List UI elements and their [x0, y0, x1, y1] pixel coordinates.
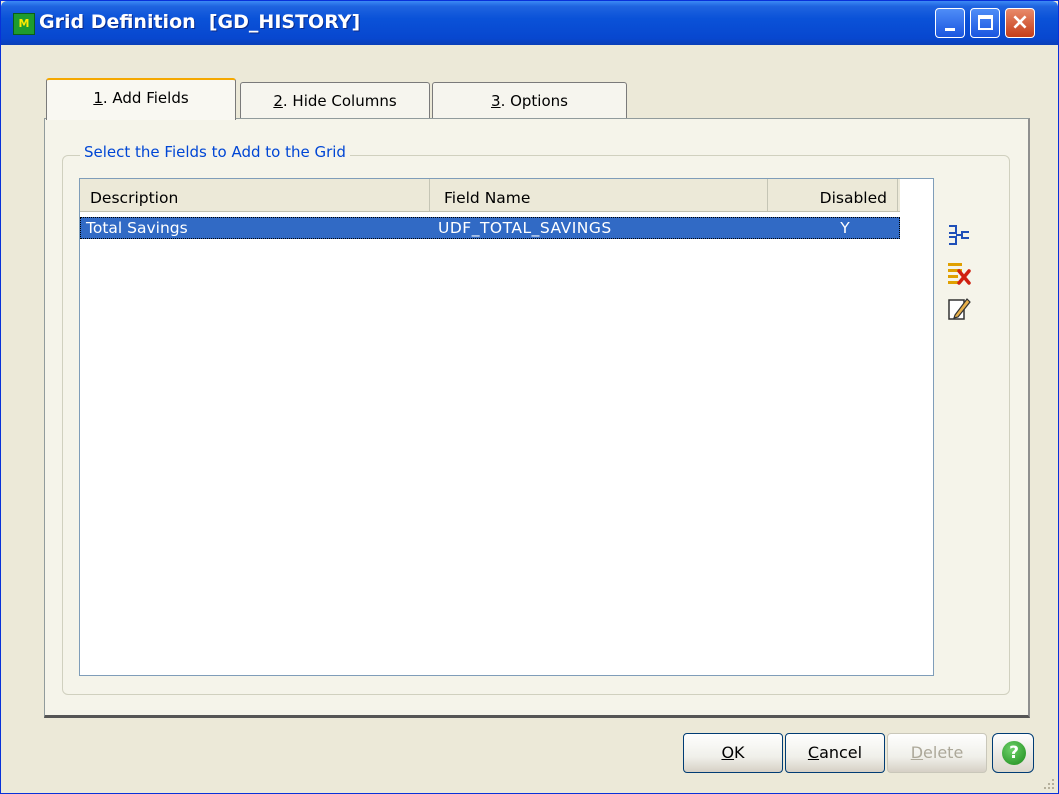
help-icon: ?	[1002, 741, 1026, 765]
button-label: elete	[923, 743, 964, 762]
maximize-icon	[978, 15, 993, 30]
column-header-description[interactable]: Description	[80, 179, 430, 211]
maximize-button[interactable]	[970, 8, 1000, 38]
group-label: Select the Fields to Add to the Grid	[80, 143, 350, 161]
minimize-button[interactable]	[935, 8, 965, 38]
button-hotkey: C	[807, 743, 820, 762]
tab-hotkey: 3	[491, 92, 501, 110]
button-hotkey: O	[721, 743, 735, 762]
fields-grid[interactable]: Description Field Name Disabled Total Sa…	[79, 178, 934, 676]
close-icon: ×	[1010, 10, 1030, 35]
column-header-disabled[interactable]: Disabled	[768, 179, 898, 211]
cell-field-name: UDF_TOTAL_SAVINGS	[438, 219, 612, 237]
edit-field-icon[interactable]	[946, 296, 972, 322]
button-hotkey: D	[910, 743, 924, 762]
window-title: Grid Definition [GD_HISTORY]	[39, 11, 361, 33]
tab-hotkey: 2	[273, 92, 283, 110]
tab-hide-columns[interactable]: 2. Hide Columns	[240, 82, 430, 118]
resize-grip-icon[interactable]	[1040, 775, 1056, 791]
tab-add-fields[interactable]: 1. Add Fields	[46, 78, 236, 120]
table-row[interactable]: Total Savings UDF_TOTAL_SAVINGS Y	[80, 217, 900, 239]
column-header-field-name[interactable]: Field Name	[430, 179, 768, 211]
cell-disabled: Y	[840, 219, 850, 237]
button-label: ancel	[819, 743, 863, 762]
add-fields-icon[interactable]	[946, 222, 972, 248]
help-button[interactable]: ?	[992, 733, 1034, 773]
tab-label: . Hide Columns	[282, 92, 397, 110]
cancel-button[interactable]: Cancel	[785, 733, 885, 773]
button-label: K	[734, 743, 745, 762]
minimize-icon	[945, 28, 955, 31]
tab-options[interactable]: 3. Options	[432, 82, 627, 118]
delete-fields-icon[interactable]	[946, 260, 972, 286]
tab-label: . Add Fields	[102, 89, 189, 107]
cell-description: Total Savings	[86, 219, 188, 237]
ok-button[interactable]: OK	[683, 733, 783, 773]
tab-hotkey: 1	[93, 89, 103, 107]
tab-label: . Options	[500, 92, 568, 110]
title-bar[interactable]: M Grid Definition [GD_HISTORY] ×	[1, 1, 1058, 45]
app-icon[interactable]: M	[13, 13, 35, 35]
delete-button[interactable]: Delete	[887, 733, 987, 773]
close-button[interactable]: ×	[1005, 8, 1035, 38]
grid-header: Description Field Name Disabled	[80, 179, 900, 212]
